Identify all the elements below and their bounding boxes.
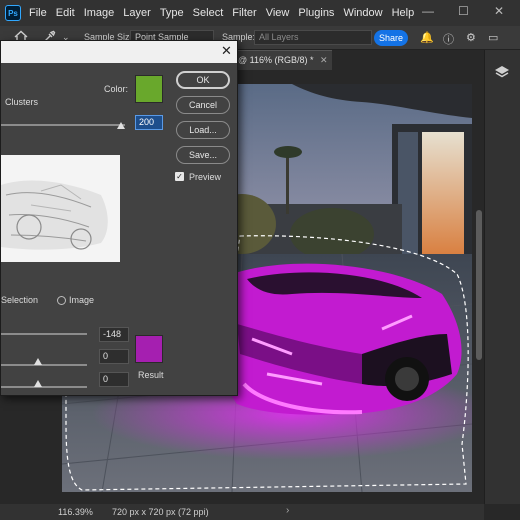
document-tab-close-icon[interactable]: ✕ bbox=[320, 55, 328, 65]
dialog-close-icon[interactable]: ✕ bbox=[221, 43, 232, 59]
dialog-titlebar[interactable]: ✕ bbox=[1, 41, 237, 63]
photoshop-logo: Ps bbox=[5, 5, 21, 21]
menu-plugins[interactable]: Plugins bbox=[298, 7, 334, 19]
localized-clusters-label[interactable]: Clusters bbox=[5, 97, 38, 107]
menu-bar: Ps File Edit Image Layer Type Select Fil… bbox=[0, 0, 520, 26]
save-button[interactable]: Save... bbox=[176, 146, 230, 164]
menu-image[interactable]: Image bbox=[84, 7, 115, 19]
result-label: Result bbox=[138, 370, 164, 380]
hue-slider-track[interactable] bbox=[1, 333, 87, 335]
right-panel-strip bbox=[484, 50, 520, 504]
image-radio[interactable] bbox=[57, 296, 66, 305]
load-button[interactable]: Load... bbox=[176, 121, 230, 139]
color-range-dialog: ✕ Clusters Color: 200 OK Cancel Load... … bbox=[0, 40, 238, 396]
preview-checkbox[interactable]: ✓ bbox=[175, 172, 184, 181]
help-icon[interactable]: ⓘ bbox=[443, 31, 454, 47]
color-swatch[interactable] bbox=[135, 75, 163, 103]
status-expand-icon[interactable]: › bbox=[286, 505, 289, 516]
share-button[interactable]: Share bbox=[374, 30, 408, 46]
sample-select[interactable]: All Layers bbox=[254, 30, 372, 45]
color-label: Color: bbox=[104, 84, 129, 94]
lightness-slider-track[interactable] bbox=[1, 386, 87, 388]
lightness-input[interactable]: 0 bbox=[99, 372, 129, 387]
menu-filter[interactable]: Filter bbox=[232, 7, 256, 19]
menu-window[interactable]: Window bbox=[343, 7, 382, 19]
ok-button[interactable]: OK bbox=[176, 71, 230, 89]
workspace-icon[interactable]: ▭ bbox=[488, 31, 498, 44]
minimize-button[interactable]: — bbox=[422, 4, 434, 18]
fuzziness-input[interactable]: 200 bbox=[135, 115, 163, 130]
menu-type[interactable]: Type bbox=[160, 7, 184, 19]
lightness-slider-thumb[interactable] bbox=[34, 380, 42, 387]
menu-edit[interactable]: Edit bbox=[56, 7, 75, 19]
gear-icon[interactable]: ⚙ bbox=[466, 31, 476, 44]
fuzziness-slider-track[interactable] bbox=[1, 124, 125, 126]
menu-select[interactable]: Select bbox=[193, 7, 224, 19]
menu-file[interactable]: File bbox=[29, 7, 47, 19]
selection-preview bbox=[1, 155, 120, 262]
document-info: 720 px x 720 px (72 ppi) bbox=[112, 507, 209, 517]
zoom-level[interactable]: 116.39% bbox=[58, 507, 93, 517]
vertical-scrollbar[interactable] bbox=[476, 210, 482, 360]
image-radio-label: Image bbox=[69, 295, 95, 305]
fuzziness-slider-thumb[interactable] bbox=[117, 122, 125, 129]
selection-radio-label[interactable]: Selection bbox=[1, 295, 38, 305]
status-bar: 116.39% 720 px x 720 px (72 ppi) › bbox=[0, 504, 484, 520]
document-tab-title: @ 116% (RGB/8) * bbox=[238, 55, 314, 65]
document-tab[interactable]: @ 116% (RGB/8) * ✕ bbox=[232, 50, 332, 70]
saturation-slider-track[interactable] bbox=[1, 364, 87, 366]
menu-view[interactable]: View bbox=[266, 7, 290, 19]
preview-label: Preview bbox=[189, 172, 222, 182]
hue-input[interactable]: -148 bbox=[99, 327, 129, 342]
menu-help[interactable]: Help bbox=[392, 7, 415, 19]
bell-icon[interactable]: 🔔 bbox=[420, 31, 434, 44]
cancel-button[interactable]: Cancel bbox=[176, 96, 230, 114]
saturation-slider-thumb[interactable] bbox=[34, 358, 42, 365]
maximize-button[interactable]: ☐ bbox=[458, 4, 469, 18]
menu-layer[interactable]: Layer bbox=[123, 7, 151, 19]
close-window-button[interactable]: ✕ bbox=[494, 4, 504, 18]
result-swatch[interactable] bbox=[135, 335, 163, 363]
layers-icon[interactable] bbox=[494, 64, 510, 80]
saturation-input[interactable]: 0 bbox=[99, 349, 129, 364]
